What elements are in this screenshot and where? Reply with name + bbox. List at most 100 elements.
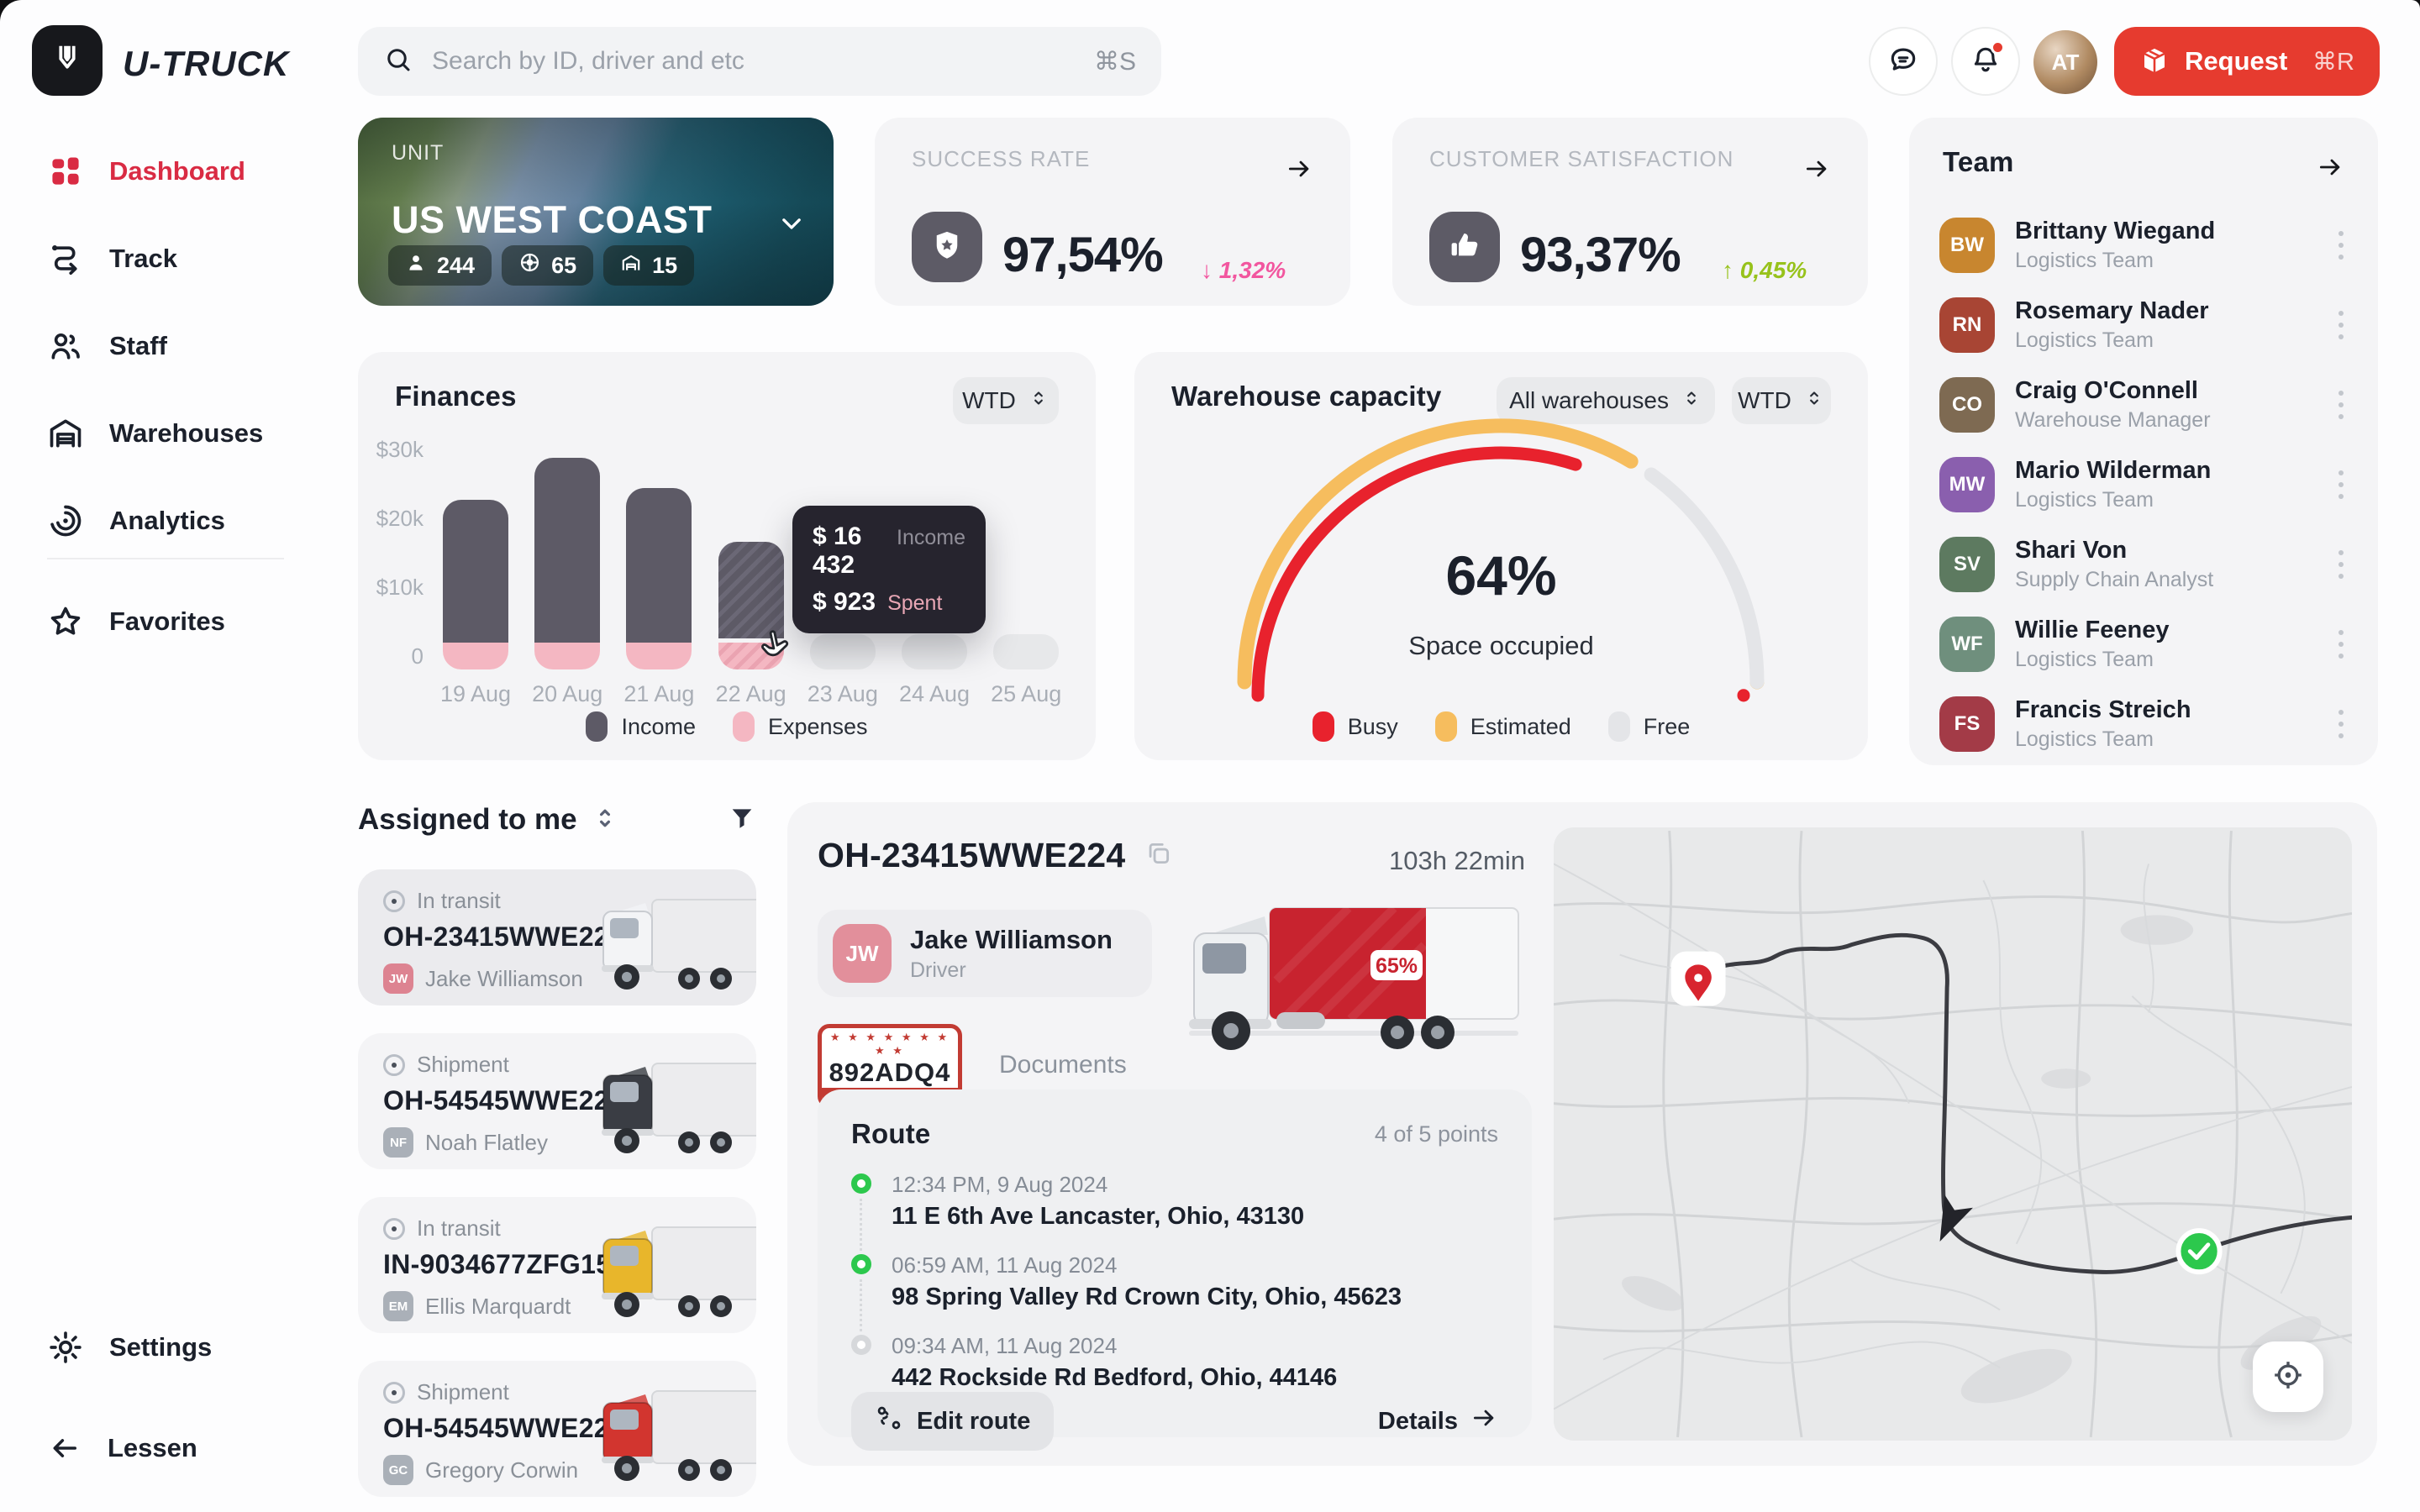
copy-icon[interactable] xyxy=(1144,839,1173,872)
notifications-button[interactable] xyxy=(1951,27,2020,96)
assigned-title: Assigned to me xyxy=(358,803,577,837)
team-member-row[interactable]: WF Willie FeeneyLogistics Team xyxy=(1939,604,2358,684)
member-role: Logistics Team xyxy=(2015,727,2191,752)
team-member-row[interactable]: MW Mario WildermanLogistics Team xyxy=(1939,444,2358,524)
route-map[interactable] xyxy=(1554,827,2352,1441)
shipment-id: OH-54545WWE224 xyxy=(383,1085,624,1116)
driver-chip[interactable]: JW Jake Williamson Driver xyxy=(818,910,1152,997)
legend-item: Expenses xyxy=(733,711,868,742)
team-member-row[interactable]: SV Shari VonSupply Chain Analyst xyxy=(1939,524,2358,604)
sidebar-item-analytics[interactable]: Analytics xyxy=(47,497,225,544)
chat-button[interactable] xyxy=(1869,27,1938,96)
dashboard-icon xyxy=(47,153,84,190)
sidebar-item-track[interactable]: Track xyxy=(47,235,177,282)
shipment-duration: 103h 22min xyxy=(1389,846,1525,876)
driver-name: Noah Flatley xyxy=(425,1130,548,1156)
unit-stats: 244 65 15 xyxy=(388,245,694,286)
assigned-shipment-card[interactable]: In transit IN-9034677ZFG154 EM Ellis Marq… xyxy=(358,1197,756,1333)
legend-item: Estimated xyxy=(1435,711,1571,742)
team-member-row[interactable]: BW Brittany WiegandLogistics Team xyxy=(1939,205,2358,285)
status-label: In transit xyxy=(417,1215,501,1242)
y-axis-tick: $30k xyxy=(358,437,424,463)
kebab-menu[interactable] xyxy=(2324,391,2358,419)
sort-icon[interactable] xyxy=(592,806,618,835)
assigned-shipment-card[interactable]: Shipment OH-54545WWE224 GCGregory Corwin xyxy=(358,1361,756,1497)
legend-item: Income xyxy=(586,711,696,742)
filter-icon[interactable] xyxy=(728,804,756,837)
sidebar-item-dashboard[interactable]: Dashboard xyxy=(47,148,245,195)
documents-link[interactable]: Documents xyxy=(999,1051,1127,1079)
chevron-down-icon[interactable] xyxy=(775,207,808,244)
sidebar-item-settings[interactable]: Settings xyxy=(47,1324,212,1371)
member-name: Craig O'Connell xyxy=(2015,377,2211,405)
stop-address: 98 Spring Valley Rd Crown City, Ohio, 45… xyxy=(892,1284,1402,1311)
assigned-shipment-card[interactable]: In transit OH-23415WWE224 JWJake William… xyxy=(358,869,756,1005)
request-button[interactable]: Request ⌘R xyxy=(2114,27,2380,96)
shipment-id: IN-9034677ZFG154 xyxy=(383,1249,626,1280)
status-label: In transit xyxy=(417,888,501,914)
finance-bar[interactable] xyxy=(534,458,600,669)
kpi-success-rate: SUCCESS RATE 97,54% ↓ 1,32% xyxy=(875,118,1350,306)
unit-label: UNIT xyxy=(392,141,444,165)
avatar: EM xyxy=(383,1291,413,1321)
route-stop: 12:34 PM, 9 Aug 202411 E 6th Ave Lancast… xyxy=(851,1172,1498,1231)
unit-stat-pill: 244 xyxy=(388,245,492,286)
chart-tooltip: $ 16 432Income $ 923Spent xyxy=(792,506,986,633)
kebab-menu[interactable] xyxy=(2324,231,2358,260)
team-member-row[interactable]: FS Francis StreichLogistics Team xyxy=(1939,684,2358,764)
finance-bar[interactable] xyxy=(902,634,967,669)
sidebar-collapse[interactable]: Lessen xyxy=(47,1425,197,1472)
locate-button[interactable] xyxy=(2253,1341,2323,1412)
route-title: Route xyxy=(851,1118,931,1150)
details-link[interactable]: Details xyxy=(1378,1404,1498,1439)
avatar: GC xyxy=(383,1455,413,1485)
kebab-menu[interactable] xyxy=(2324,311,2358,339)
driver-name: Jake Williamson xyxy=(425,966,583,992)
unit-stat-pill: 65 xyxy=(502,245,593,286)
unit-card[interactable]: UNIT US WEST COAST 244 65 15 xyxy=(358,118,834,306)
team-member-row[interactable]: RN Rosemary NaderLogistics Team xyxy=(1939,285,2358,365)
driver-name: Jake Williamson xyxy=(910,925,1113,955)
member-name: Mario Wilderman xyxy=(2015,457,2211,485)
member-role: Logistics Team xyxy=(2015,328,2209,353)
sidebar-item-warehouses[interactable]: Warehouses xyxy=(47,410,263,457)
stop-dot xyxy=(851,1173,871,1194)
y-axis-tick: 0 xyxy=(358,643,424,669)
load-percent: 65% xyxy=(1376,954,1418,978)
arrow-left-icon xyxy=(47,1431,82,1466)
finance-bar[interactable] xyxy=(810,634,876,669)
avatar: NF xyxy=(383,1127,413,1158)
sidebar-item-favorites[interactable]: Favorites xyxy=(47,598,225,645)
arrow-right-icon[interactable] xyxy=(1285,155,1313,187)
driver-name: Ellis Marquardt xyxy=(425,1294,571,1320)
finance-bar[interactable] xyxy=(993,634,1059,669)
kebab-menu[interactable] xyxy=(2324,630,2358,659)
assigned-shipment-card[interactable]: Shipment OH-54545WWE224 NFNoah Flatley xyxy=(358,1033,756,1169)
kebab-menu[interactable] xyxy=(2324,710,2358,738)
edit-route-button[interactable]: Edit route xyxy=(851,1392,1054,1451)
warehouse-sm-icon xyxy=(620,252,642,280)
gear-icon xyxy=(47,1329,84,1366)
avatar: WF xyxy=(1939,617,1995,672)
member-role: Warehouse Manager xyxy=(2015,408,2211,433)
finance-bar[interactable] xyxy=(626,488,692,669)
target-icon xyxy=(2271,1358,2305,1396)
kebab-menu[interactable] xyxy=(2324,470,2358,499)
arrow-right-icon[interactable] xyxy=(2316,153,2344,186)
kebab-menu[interactable] xyxy=(2324,550,2358,579)
occupied-percent: 64% xyxy=(1134,543,1868,607)
search-shortcut: ⌘S xyxy=(1094,47,1136,76)
search-input[interactable]: Search by ID, driver and etc ⌘S xyxy=(358,27,1161,96)
arrow-right-icon[interactable] xyxy=(1802,155,1831,187)
team-member-row[interactable]: CO Craig O'ConnellWarehouse Manager xyxy=(1939,365,2358,444)
stop-address: 442 Rockside Rd Bedford, Ohio, 44146 xyxy=(892,1364,1337,1392)
user-avatar[interactable]: AT xyxy=(2033,30,2097,94)
stop-dot xyxy=(851,1335,871,1355)
shipment-detail-panel: OH-23415WWE224 103h 22min JW Jake Willia… xyxy=(787,802,2377,1466)
favorites-icon xyxy=(47,603,84,640)
finance-bar[interactable] xyxy=(443,500,508,669)
shipment-id: OH-54545WWE224 xyxy=(383,1413,624,1444)
kpi-delta: ↓ 1,32% xyxy=(1201,257,1286,284)
request-shortcut: ⌘R xyxy=(2312,47,2354,76)
sidebar-item-staff[interactable]: Staff xyxy=(47,323,167,370)
